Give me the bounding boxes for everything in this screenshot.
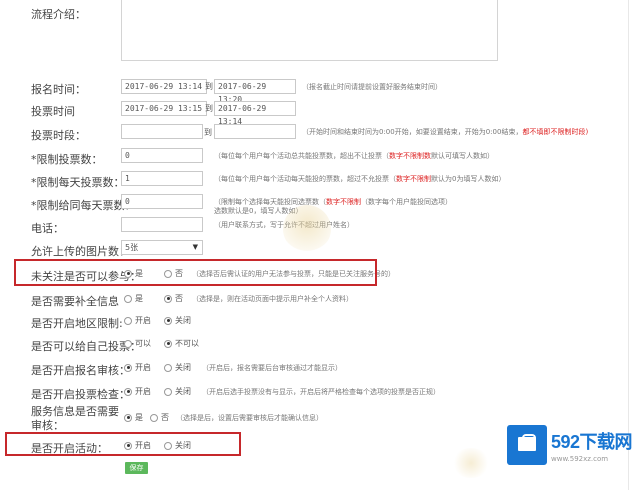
limit-daily-hint: （每位每个用户每个活动每天能投的票数，超过不允投票（数字不限制默认为0为填写人数…: [214, 175, 506, 183]
radio-checked-icon: [124, 413, 132, 422]
watermark-icon-2: [452, 448, 490, 478]
logo-url: www.592xz.com: [551, 454, 609, 463]
vote-end-input[interactable]: 2017-06-29 13:14: [214, 101, 296, 126]
radio-checked-icon: [124, 363, 132, 372]
phone-label: 电话：: [31, 222, 64, 235]
service-review-label: 服务信息是否需要审核：: [31, 405, 119, 432]
max-images-select[interactable]: 5张 ▼: [121, 240, 203, 255]
region-limit-off[interactable]: 关闭: [164, 315, 191, 326]
chevron-down-icon: ▼: [192, 243, 198, 251]
require-info-hint: （选择是，则在活动页面中提示用户补全个人资料）: [192, 295, 353, 303]
require-info-yes[interactable]: 是: [124, 293, 143, 304]
highlight-box-follow: [14, 259, 377, 286]
radio-icon: [124, 294, 132, 303]
signup-sep: 到: [205, 82, 213, 91]
service-review-hint: （选择是后，设置后需要审核后才能确认信息）: [176, 414, 323, 422]
period-start-input[interactable]: [121, 124, 203, 139]
phone-input[interactable]: [121, 217, 203, 232]
limit-total-hint: （每位每个用户每个活动总共能投票数，超出不让投票（数字不限制数默认可填写人数如）: [214, 152, 494, 160]
require-info-no[interactable]: 否: [164, 293, 183, 304]
bag-icon: [507, 425, 547, 465]
signup-end-input[interactable]: 2017-06-29 13:20: [214, 79, 296, 104]
period-end-input[interactable]: [214, 124, 296, 139]
service-review-yes[interactable]: 是: [124, 412, 143, 423]
period-hint: （开始时间和结束时间为0:00开始，如要设置结束，开始为0:00结束，都不填即不…: [302, 128, 589, 136]
require-info-label: 是否需要补全信息: [31, 295, 119, 308]
watermark-icon: [283, 205, 331, 253]
review-signup-off[interactable]: 关闭: [164, 362, 191, 373]
signup-time-label: 报名时间：: [31, 83, 86, 96]
limit-total-input[interactable]: 0: [121, 148, 203, 163]
vote-time-label: 投票时间: [31, 105, 75, 118]
max-images-value: 5张: [125, 243, 139, 252]
signup-hint: （报名截止时间请提前设置好服务结束时间）: [302, 83, 442, 91]
vote-start-input[interactable]: 2017-06-29 13:15: [121, 101, 207, 116]
form-panel: 流程介绍： 报名时间： 2017-06-29 13:14 到 2017-06-2…: [0, 0, 629, 490]
save-button[interactable]: 保存: [125, 462, 148, 474]
review-signup-hint: （开启后，报名需要后台审核通过才能显示）: [202, 364, 342, 372]
vote-period-label: 投票时段：: [31, 129, 86, 142]
self-vote-off[interactable]: 不可以: [164, 338, 199, 349]
review-signup-label: 是否开启报名审核：: [31, 364, 130, 377]
vote-sep: 到: [205, 104, 213, 113]
service-review-no[interactable]: 否: [150, 412, 169, 423]
vote-check-on[interactable]: 开启: [124, 386, 151, 397]
vote-check-label: 是否开启投票检查：: [31, 388, 130, 401]
radio-icon: [124, 339, 132, 348]
period-sep: 到: [204, 128, 212, 137]
vote-check-hint: （开启后选手投票没有与显示，开启后将严格检查每个选项的投票是否正规）: [202, 388, 440, 396]
site-logo: 592下载网 www.592xz.com: [507, 418, 633, 472]
radio-icon: [164, 387, 172, 396]
limit-total-label: *限制投票数：: [31, 153, 103, 166]
radio-checked-icon: [164, 294, 172, 303]
highlight-box-activity: [5, 432, 241, 456]
limit-daily-input[interactable]: 1: [121, 171, 203, 186]
radio-checked-icon: [164, 339, 172, 348]
intro-label: 流程介绍：: [31, 8, 86, 21]
radio-icon: [150, 413, 158, 422]
region-limit-label: 是否开启地区限制:: [31, 317, 123, 330]
radio-checked-icon: [124, 387, 132, 396]
radio-checked-icon: [164, 316, 172, 325]
radio-icon: [164, 363, 172, 372]
max-images-label: 允许上传的图片数：: [31, 245, 130, 258]
radio-icon: [124, 316, 132, 325]
review-signup-on[interactable]: 开启: [124, 362, 151, 373]
limit-daily-label: *限制每天投票数：: [31, 176, 125, 189]
signup-start-input[interactable]: 2017-06-29 13:14: [121, 79, 207, 94]
self-vote-on[interactable]: 可以: [124, 338, 151, 349]
logo-title: 592下载网: [551, 431, 633, 452]
limit-same-label: *限制给同每天票数：: [31, 199, 136, 212]
vote-check-off[interactable]: 关闭: [164, 386, 191, 397]
limit-same-input[interactable]: 0: [121, 194, 203, 209]
region-limit-on[interactable]: 开启: [124, 315, 151, 326]
intro-textarea[interactable]: [121, 0, 498, 61]
